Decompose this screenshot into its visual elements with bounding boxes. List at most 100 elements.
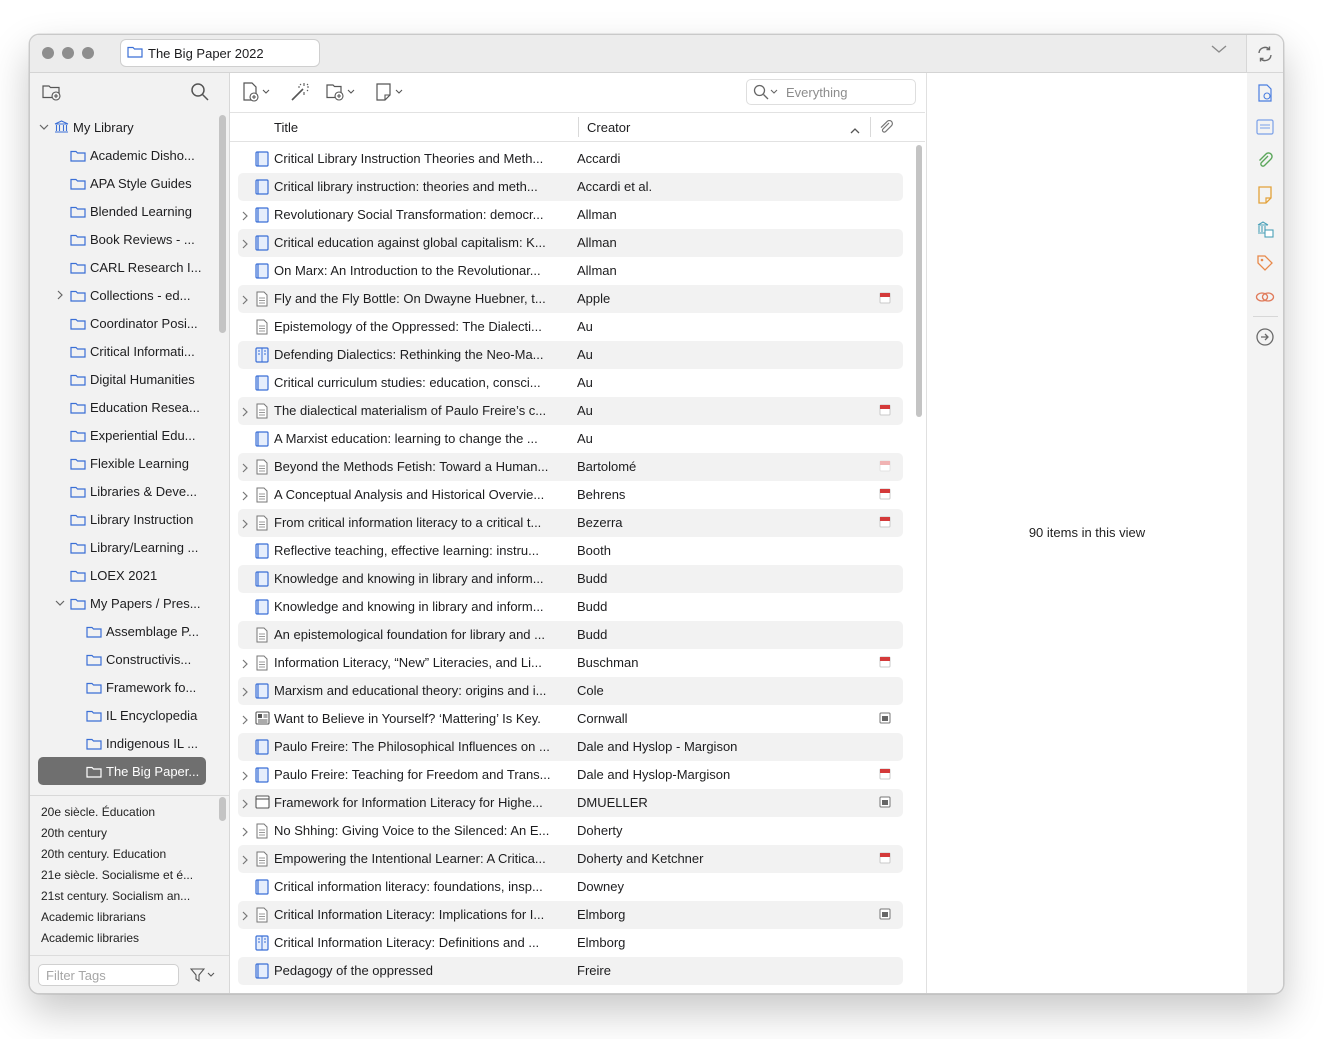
table-row[interactable]: Critical Library Instruction Theories an… <box>238 145 903 173</box>
collection-item[interactable]: Digital Humanities <box>38 365 206 393</box>
pdf-attachment-icon[interactable] <box>879 460 893 474</box>
close-window-button[interactable] <box>42 47 54 59</box>
tag-actions-button[interactable] <box>190 968 215 982</box>
new-collection-icon[interactable] <box>42 83 62 104</box>
column-header-title[interactable]: Title <box>274 120 298 135</box>
chevron-right-icon[interactable] <box>54 289 66 301</box>
table-row[interactable]: Pedagogy of the oppressed Freire <box>238 957 903 985</box>
chevron-right-icon[interactable] <box>241 769 251 781</box>
search-field[interactable] <box>746 79 916 105</box>
collection-item[interactable]: Flexible Learning <box>38 449 206 477</box>
chevron-right-icon[interactable] <box>241 237 251 249</box>
chevron-down-icon[interactable] <box>38 121 50 133</box>
chevron-right-icon[interactable] <box>241 293 251 305</box>
table-row[interactable]: Critical information literacy: foundatio… <box>238 873 903 901</box>
table-row[interactable]: Revolutionary Social Transformation: dem… <box>238 201 903 229</box>
tag-item[interactable]: 20th century <box>41 826 107 840</box>
zoom-window-button[interactable] <box>82 47 94 59</box>
collection-item[interactable]: LOEX 2021 <box>38 561 206 589</box>
chevron-right-icon[interactable] <box>241 825 251 837</box>
collection-item[interactable]: My Papers / Pres... <box>38 589 206 617</box>
tag-item[interactable]: 21e siècle. Socialisme et é... <box>41 868 193 882</box>
collection-item[interactable]: CARL Research I... <box>38 253 206 281</box>
collection-my-library[interactable]: My Library <box>38 113 206 141</box>
search-mode-button[interactable] <box>753 84 778 100</box>
collection-item[interactable]: Framework fo... <box>38 673 206 701</box>
tag-selector-scrollbar[interactable] <box>219 797 226 821</box>
pdf-attachment-icon[interactable] <box>879 852 893 866</box>
notes-section-icon[interactable] <box>1255 185 1275 205</box>
table-row[interactable]: Empowering the Intentional Learner: A Cr… <box>238 845 903 873</box>
chevron-right-icon[interactable] <box>241 489 251 501</box>
table-row[interactable]: Critical Information Literacy: Implicati… <box>238 901 903 929</box>
table-row[interactable]: Reflective teaching, effective learning:… <box>238 537 903 565</box>
tab-active[interactable]: The Big Paper 2022 <box>120 39 320 67</box>
chevron-right-icon[interactable] <box>241 685 251 697</box>
collection-item[interactable]: Academic Disho... <box>38 141 206 169</box>
table-row[interactable]: Defending Dialectics: Rethinking the Neo… <box>238 341 903 369</box>
minimize-window-button[interactable] <box>62 47 74 59</box>
table-row[interactable]: An epistemological foundation for librar… <box>238 621 903 649</box>
search-input[interactable] <box>784 83 908 101</box>
collection-item[interactable]: Experiential Edu... <box>38 421 206 449</box>
table-row[interactable]: From critical information literacy to a … <box>238 509 903 537</box>
chevron-down-icon[interactable] <box>1210 43 1228 58</box>
collection-item[interactable]: Book Reviews - ... <box>38 225 206 253</box>
table-row[interactable]: On Marx: An Introduction to the Revoluti… <box>238 257 903 285</box>
tags-section-icon[interactable] <box>1255 253 1275 273</box>
table-row[interactable]: Fly and the Fly Bottle: On Dwayne Huebne… <box>238 285 903 313</box>
locate-icon[interactable] <box>1255 327 1275 347</box>
table-row[interactable]: Paulo Freire: Teaching for Freedom and T… <box>238 761 903 789</box>
table-row[interactable]: Knowledge and knowing in library and inf… <box>238 565 903 593</box>
snapshot-attachment-icon[interactable] <box>879 908 893 922</box>
add-attachment-button[interactable] <box>325 82 355 102</box>
info-section-icon[interactable] <box>1255 83 1275 103</box>
sort-ascending-icon[interactable] <box>850 123 860 138</box>
search-icon[interactable] <box>190 82 209 104</box>
table-row[interactable]: The dialectical materialism of Paulo Fre… <box>238 397 903 425</box>
add-by-identifier-button[interactable] <box>290 82 310 102</box>
table-row[interactable]: Critical library instruction: theories a… <box>238 173 903 201</box>
attachments-section-icon[interactable] <box>1255 151 1275 171</box>
collection-item[interactable]: Libraries & Deve... <box>38 477 206 505</box>
chevron-right-icon[interactable] <box>241 209 251 221</box>
collection-item[interactable]: Coordinator Posi... <box>38 309 206 337</box>
new-item-button[interactable] <box>242 82 270 102</box>
collection-item[interactable]: IL Encyclopedia <box>38 701 206 729</box>
chevron-right-icon[interactable] <box>241 657 251 669</box>
table-row[interactable]: A Marxist education: learning to change … <box>238 425 903 453</box>
collection-item[interactable]: Education Resea... <box>38 393 206 421</box>
sync-icon[interactable] <box>1255 44 1275 64</box>
libraries-collections-icon[interactable] <box>1255 219 1275 239</box>
table-row[interactable]: Marxism and educational theory: origins … <box>238 677 903 705</box>
table-row[interactable]: Critical Information Literacy: Definitio… <box>238 929 903 957</box>
collection-item[interactable]: APA Style Guides <box>38 169 206 197</box>
collection-item[interactable]: Library Instruction <box>38 505 206 533</box>
collection-item[interactable]: Assemblage P... <box>38 617 206 645</box>
tag-item[interactable]: Academic librarians <box>41 910 146 924</box>
table-row[interactable]: Epistemology of the Oppressed: The Diale… <box>238 313 903 341</box>
pdf-attachment-icon[interactable] <box>879 488 893 502</box>
collection-item[interactable]: Collections - ed... <box>38 281 206 309</box>
pdf-attachment-icon[interactable] <box>879 656 893 670</box>
chevron-right-icon[interactable] <box>241 461 251 473</box>
table-row[interactable]: No Shhing: Giving Voice to the Silenced:… <box>238 817 903 845</box>
collection-item[interactable]: Indigenous IL ... <box>38 729 206 757</box>
chevron-right-icon[interactable] <box>241 909 251 921</box>
tag-item[interactable]: Academic libraries <box>41 931 139 945</box>
table-row[interactable]: A Conceptual Analysis and Historical Ove… <box>238 481 903 509</box>
items-scrollbar[interactable] <box>916 145 922 417</box>
tag-item[interactable]: 20th century. Education <box>41 847 166 861</box>
tag-filter-input[interactable] <box>38 964 179 986</box>
table-row[interactable]: Paulo Freire: The Philosophical Influenc… <box>238 733 903 761</box>
table-row[interactable]: Framework for Information Literacy for H… <box>238 789 903 817</box>
chevron-right-icon[interactable] <box>241 853 251 865</box>
collection-item[interactable]: Library/Learning ... <box>38 533 206 561</box>
column-header-attachments-icon[interactable] <box>878 119 894 139</box>
new-note-button[interactable] <box>375 82 403 102</box>
chevron-right-icon[interactable] <box>241 517 251 529</box>
chevron-right-icon[interactable] <box>241 405 251 417</box>
pdf-attachment-icon[interactable] <box>879 516 893 530</box>
collection-tree-scrollbar[interactable] <box>219 115 226 333</box>
collection-item[interactable]: Constructivis... <box>38 645 206 673</box>
